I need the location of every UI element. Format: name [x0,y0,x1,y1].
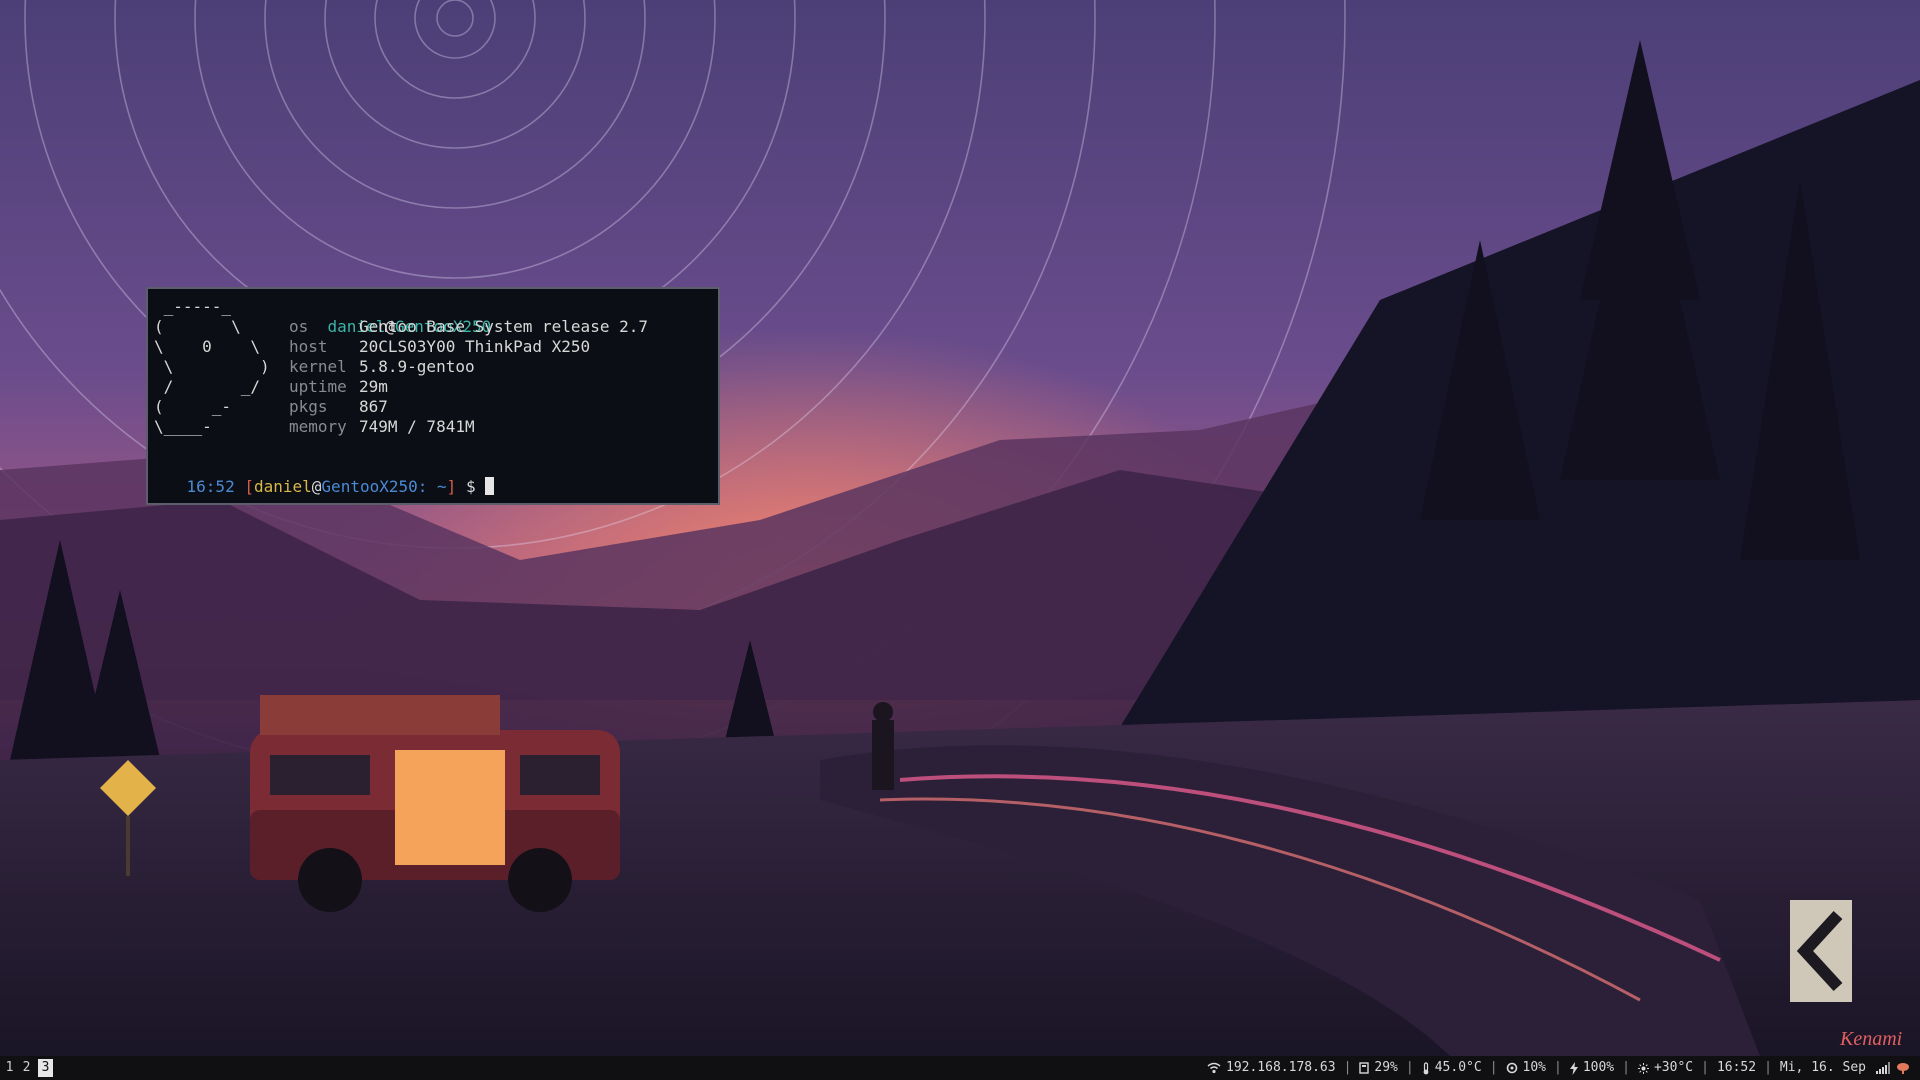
fetch-value-host: 20CLS03Y00 ThinkPad X250 [359,337,591,356]
status-blocks: 192.168.178.63 | 29% | 45.0°C | 10% | 10… [1207,1056,1910,1080]
gentoo-logo-line: / _/ [154,377,260,396]
fetch-key-os: os [289,317,309,336]
workspace-2[interactable]: 2 [19,1059,34,1077]
fetch-key-memory: memory [289,417,347,436]
prompt-path: ~ [427,477,447,496]
disk-usage: 29% [1374,1060,1398,1075]
terminal-window[interactable]: _-----_ ( \ \ 0 \ \ ) / _/ ( _- \____- d… [146,287,720,505]
cpu-block: 10% [1506,1056,1546,1080]
disk-icon [1359,1062,1370,1074]
person [872,702,894,790]
separator: | [1701,1060,1709,1075]
tray [1876,1062,1910,1074]
status-bar: 1 2 3 192.168.178.63 | 29% | 45.0°C | 10… [0,1056,1920,1080]
lightning-icon [1569,1061,1578,1075]
text-cursor[interactable] [485,477,495,495]
fetch-value-pkgs: 867 [359,397,388,416]
thermometer-icon [1423,1061,1429,1074]
gentoo-logo-line: ( \ [154,317,241,336]
workspace-3[interactable]: 3 [38,1059,53,1077]
separator: | [1554,1060,1562,1075]
gentoo-logo-line: \____- [154,417,212,436]
fetch-key-kernel: kernel [289,357,347,376]
cpu-temperature: 45.0°C [1434,1060,1482,1075]
separator: | [1489,1060,1498,1075]
chevron-sign [1790,900,1852,1002]
gentoo-logo-line: _-----_ [154,297,232,316]
shell-prompt[interactable]: 16:52 [daniel@GentooX250: ~] $ [148,457,495,517]
separator: | [1343,1060,1352,1075]
prompt-user: daniel [253,477,312,496]
separator: | [1405,1060,1414,1075]
cpu-usage: 10% [1522,1060,1546,1075]
workspace-1[interactable]: 1 [2,1059,17,1077]
prompt-open-bracket: [ [244,477,254,496]
separator: | [1622,1060,1630,1075]
weather-block: +30°C [1637,1056,1694,1080]
gentoo-logo-line: \ ) [154,357,270,376]
fetch-value-memory: 749M / 7841M [359,417,475,436]
battery-block: 100% [1569,1056,1615,1080]
prompt-at: @ [311,477,322,496]
fetch-value-kernel: 5.8.9-gentoo [359,357,475,376]
ip-address: 192.168.178.63 [1226,1060,1336,1075]
signal-strength-icon[interactable] [1876,1062,1890,1074]
fetch-key-uptime: uptime [289,377,347,396]
fetch-key-host: host [289,337,328,356]
gentoo-logo-line: \ 0 \ [154,337,260,356]
gentoo-logo-line: ( _- [154,397,232,416]
wifi-icon [1207,1062,1221,1074]
fetch-key-pkgs: pkgs [289,397,328,416]
disk-block: 29% [1359,1056,1398,1080]
artist-signature: Kenami [1839,1028,1902,1050]
date: Mi, 16. Sep [1779,1060,1866,1075]
cpu-icon [1506,1062,1517,1074]
prompt-symbol: $ [465,477,476,496]
wallpaper: Kenami [0,0,1920,1056]
tray-app-icon[interactable] [1896,1062,1910,1074]
prompt-host: GentooX250: [321,477,428,496]
temperature-block: 45.0°C [1422,1056,1482,1080]
fetch-value-os: Gentoo Base System release 2.7 [359,317,648,336]
weather-temperature: +30°C [1653,1060,1694,1075]
prompt-time: 16:52 [186,477,235,496]
sun-icon [1637,1062,1649,1074]
battery-level: 100% [1582,1060,1615,1075]
clock: 16:52 [1716,1060,1757,1075]
network-block: 192.168.178.63 [1207,1056,1336,1080]
fetch-value-uptime: 29m [359,377,388,396]
separator: | [1764,1060,1772,1075]
prompt-close-bracket: ] [446,477,457,496]
